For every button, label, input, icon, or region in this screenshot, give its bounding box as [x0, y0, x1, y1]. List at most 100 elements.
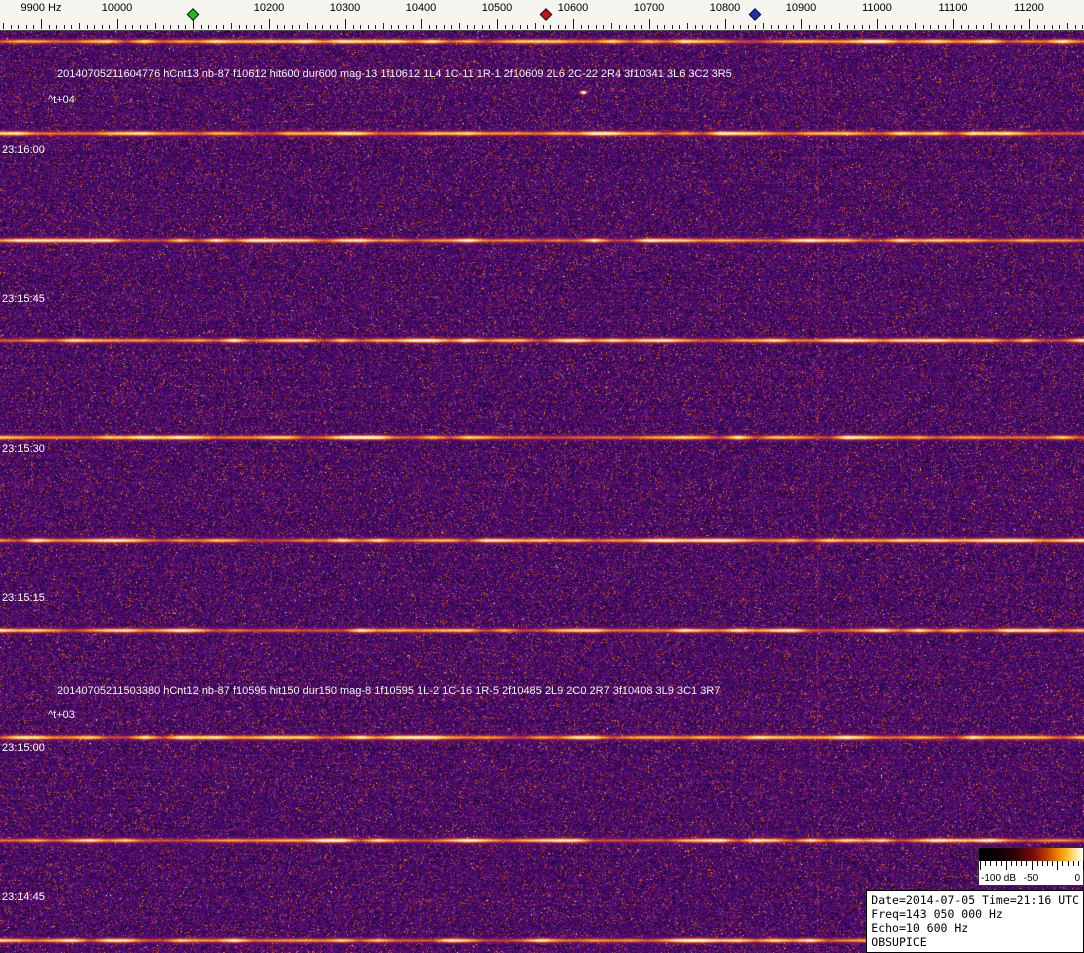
- colorbar-tick: [1000, 861, 1002, 866]
- ruler-tick: [185, 25, 187, 29]
- ruler-label: 10500: [481, 2, 513, 14]
- blue-diamond-marker-icon[interactable]: [749, 8, 762, 21]
- colorbar-tick: [1005, 861, 1007, 870]
- ruler-tick: [679, 25, 681, 29]
- time-label: 23:15:45: [2, 293, 45, 305]
- ruler-tick: [299, 25, 301, 29]
- ruler-tick: [717, 25, 719, 29]
- ruler-tick: [86, 25, 88, 29]
- ruler-tick: [360, 25, 362, 29]
- colorbar-tick: [980, 861, 981, 870]
- ruler-tick: [831, 25, 833, 29]
- ruler-tick: [823, 25, 825, 29]
- ruler-tick: [702, 25, 704, 29]
- colorbar-tick: [1010, 861, 1012, 866]
- ruler-label: 10700: [633, 2, 665, 14]
- ruler-tick: [983, 25, 985, 29]
- ruler-tick: [124, 25, 126, 29]
- colorbar-label-max: 0: [1074, 873, 1080, 884]
- info-station-line: OBSUPICE: [871, 935, 927, 949]
- ruler-tick: [573, 19, 574, 29]
- ruler-tick: [329, 25, 331, 29]
- ruler-tick: [276, 25, 278, 29]
- ruler-tick: [307, 23, 308, 29]
- ruler-tick: [611, 23, 612, 29]
- ruler-tick: [117, 19, 118, 29]
- detection-annotation: ^t+04: [48, 94, 75, 106]
- colorbar-tick: [985, 861, 987, 866]
- ruler-tick: [869, 25, 871, 29]
- ruler-tick: [398, 25, 400, 29]
- colorbar-tick: [1057, 861, 1059, 870]
- waterfall-display[interactable]: -100 dB -50 0 Date=2014-07-05 Time=21:16…: [0, 31, 1084, 953]
- ruler-tick: [512, 25, 514, 29]
- frequency-ruler[interactable]: 9900 Hz 10000 10200 10300 10400 10500 10600 107…: [0, 0, 1084, 31]
- ruler-tick: [1021, 25, 1023, 29]
- ruler-tick: [63, 25, 65, 29]
- ruler-tick: [238, 25, 240, 29]
- detection-annotation: ^t+03: [48, 709, 75, 721]
- ruler-tick: [337, 25, 339, 29]
- ruler-tick: [481, 25, 483, 29]
- ruler-tick: [694, 25, 696, 29]
- ruler-tick: [527, 25, 529, 29]
- ruler-tick: [725, 19, 726, 29]
- ruler-tick: [231, 23, 232, 29]
- ruler-tick: [345, 19, 346, 29]
- colorbar-tick: [1052, 861, 1054, 866]
- ruler-tick: [778, 25, 780, 29]
- ruler-tick: [975, 25, 977, 29]
- time-label: 23:15:30: [2, 443, 45, 455]
- ruler-tick: [649, 19, 650, 29]
- ruler-tick: [892, 25, 894, 29]
- red-diamond-marker-icon[interactable]: [540, 8, 553, 21]
- ruler-tick: [953, 19, 954, 29]
- ruler-tick: [755, 25, 757, 29]
- ruler-tick: [383, 23, 384, 29]
- ruler-tick: [565, 25, 567, 29]
- detection-annotation: 20140705211604776 hCnt13 nb-87 f10612 hi…: [57, 68, 732, 80]
- ruler-tick: [732, 25, 734, 29]
- ruler-tick: [428, 25, 430, 29]
- ruler-tick: [603, 25, 605, 29]
- ruler-tick: [170, 25, 172, 29]
- colorbar-tick: [1077, 861, 1079, 866]
- ruler-tick: [474, 25, 476, 29]
- ruler-tick: [740, 25, 742, 29]
- ruler-tick: [633, 25, 635, 29]
- ruler-tick: [687, 23, 688, 29]
- ruler-tick: [542, 25, 544, 29]
- ruler-tick: [147, 25, 149, 29]
- ruler-tick: [246, 25, 248, 29]
- ruler-tick: [535, 23, 536, 29]
- ruler-label: 11000: [862, 2, 892, 14]
- ruler-tick: [618, 25, 620, 29]
- ruler-tick: [1051, 25, 1053, 29]
- ruler-tick: [261, 25, 263, 29]
- ruler-tick: [132, 25, 134, 29]
- green-diamond-marker-icon[interactable]: [186, 8, 200, 21]
- ruler-tick: [208, 25, 210, 29]
- colorbar-gradient: [978, 847, 1084, 861]
- colorbar-tick: [1062, 861, 1064, 866]
- spectrogram-noise-canvas: [0, 31, 1084, 953]
- ruler-tick: [466, 25, 468, 29]
- ruler-tick: [1013, 25, 1015, 29]
- colorbar-label-mid: -50: [1023, 873, 1039, 884]
- spectrum-monitor-window: 9900 Hz 10000 10200 10300 10400 10500 10600 107…: [0, 0, 1084, 953]
- ruler-tick: [588, 25, 590, 29]
- ruler-tick: [459, 23, 460, 29]
- ruler-tick: [162, 25, 164, 29]
- ruler-tick: [945, 25, 947, 29]
- ruler-tick: [3, 23, 4, 29]
- ruler-tick: [816, 25, 818, 29]
- ruler-tick: [390, 25, 392, 29]
- ruler-tick: [56, 25, 58, 29]
- ruler-tick: [223, 25, 225, 29]
- colorbar-ticks: [978, 861, 1084, 872]
- ruler-tick: [1067, 23, 1068, 29]
- ruler-tick: [907, 25, 909, 29]
- ruler-tick: [155, 23, 156, 29]
- ruler-tick: [375, 25, 377, 29]
- ruler-tick: [215, 25, 217, 29]
